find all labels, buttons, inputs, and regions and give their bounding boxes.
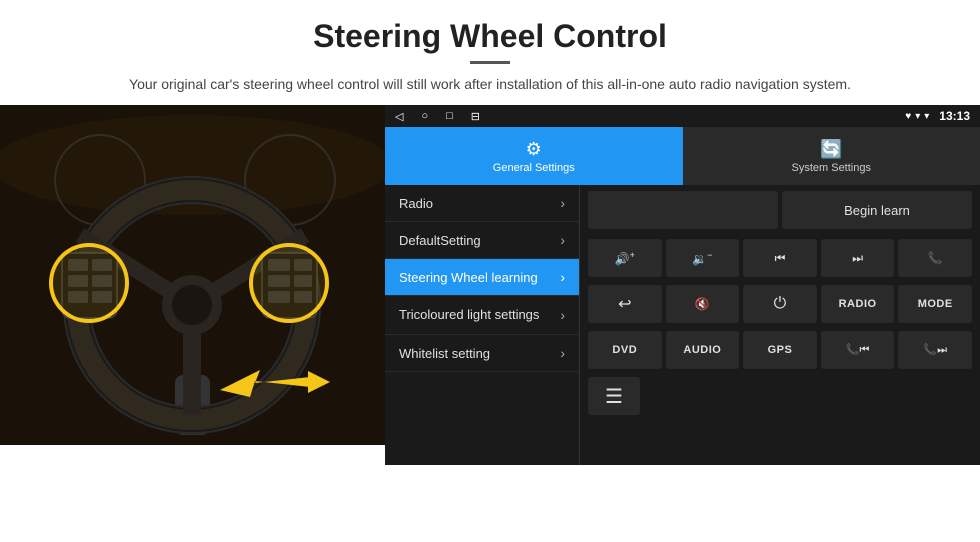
chevron-icon-steering: › — [560, 269, 565, 285]
menu-steering-label: Steering Wheel learning — [399, 270, 538, 285]
tab-system-label: System Settings — [792, 162, 871, 174]
hangup-icon: ↩ — [618, 294, 631, 314]
menu-item-steering[interactable]: Steering Wheel learning › — [385, 259, 579, 296]
main-content: ◁ ○ □ ⊟ ♥ ▾ ▾ 13:13 ⚙ General Settings 🔄… — [0, 105, 980, 465]
page-subtitle: Your original car's steering wheel contr… — [40, 74, 940, 95]
title-divider — [470, 61, 510, 64]
next-track-button[interactable]: ⏭ — [821, 239, 895, 277]
menu-panel: Radio › DefaultSetting › Steering Wheel … — [385, 185, 580, 465]
recents-icon[interactable]: □ — [446, 110, 453, 122]
signal-icon: ▾ — [924, 111, 929, 122]
volume-up-icon: 🔊+ — [615, 250, 635, 266]
phone-prev-icon: 📞⏮ — [846, 343, 870, 357]
phone-answer-icon: 📞 — [928, 251, 943, 265]
control-buttons-row1: 🔊+ 🔉− ⏮ ⏭ 📞 — [580, 235, 980, 281]
chevron-icon-tricoloured: › — [560, 306, 565, 324]
prev-track-icon: ⏮ — [775, 251, 786, 266]
page-title: Steering Wheel Control — [40, 18, 940, 55]
volume-down-icon: 🔉− — [692, 250, 712, 266]
radio-button[interactable]: RADIO — [821, 285, 895, 323]
phone-prev-button[interactable]: 📞⏮ — [821, 331, 895, 369]
system-settings-icon: 🔄 — [820, 139, 842, 160]
mute-icon: 🔇 — [695, 297, 710, 311]
menu-nav-icon[interactable]: ⊟ — [471, 110, 480, 123]
volume-up-button[interactable]: 🔊+ — [588, 239, 662, 277]
wifi-icon: ▾ — [915, 111, 920, 122]
page-header: Steering Wheel Control Your original car… — [0, 0, 980, 105]
gps-label: GPS — [768, 344, 793, 356]
menu-default-label: DefaultSetting — [399, 233, 481, 248]
prev-track-button[interactable]: ⏮ — [743, 239, 817, 277]
menu-icon: ☰ — [605, 384, 623, 409]
volume-down-button[interactable]: 🔉− — [666, 239, 740, 277]
general-settings-icon: ⚙ — [526, 139, 542, 160]
steering-wheel-svg — [0, 105, 385, 445]
tab-system[interactable]: 🔄 System Settings — [683, 127, 980, 185]
android-ui: ◁ ○ □ ⊟ ♥ ▾ ▾ 13:13 ⚙ General Settings 🔄… — [385, 105, 980, 465]
menu-item-default[interactable]: DefaultSetting › — [385, 222, 579, 259]
back-icon[interactable]: ◁ — [395, 110, 403, 123]
single-button-row: ☰ — [580, 373, 980, 419]
next-track-icon: ⏭ — [852, 251, 863, 266]
menu-radio-label: Radio — [399, 196, 433, 211]
location-icon: ♥ — [905, 111, 911, 122]
mode-label: MODE — [918, 298, 953, 310]
chevron-icon-radio: › — [560, 195, 565, 211]
tab-general[interactable]: ⚙ General Settings — [385, 127, 683, 185]
radio-label: RADIO — [839, 298, 877, 310]
control-panel: Begin learn 🔊+ 🔉− ⏮ ⏭ — [580, 185, 980, 465]
phone-next-icon: 📞⏭ — [923, 343, 947, 357]
chevron-icon-whitelist: › — [560, 345, 565, 361]
gps-button[interactable]: GPS — [743, 331, 817, 369]
status-nav-icons: ◁ ○ □ ⊟ — [395, 110, 480, 123]
begin-learn-button[interactable]: Begin learn — [782, 191, 972, 229]
menu-item-whitelist[interactable]: Whitelist setting › — [385, 335, 579, 372]
status-bar: ◁ ○ □ ⊟ ♥ ▾ ▾ 13:13 — [385, 105, 980, 127]
status-right-icons: ♥ ▾ ▾ 13:13 — [905, 109, 970, 123]
power-button[interactable]: ⏻ — [743, 285, 817, 323]
menu-item-tricoloured[interactable]: Tricoloured light settings › — [385, 296, 579, 335]
control-buttons-row2: ↩ 🔇 ⏻ RADIO MODE — [580, 281, 980, 327]
chevron-icon-default: › — [560, 232, 565, 248]
car-image-area — [0, 105, 385, 445]
power-icon: ⏻ — [774, 295, 787, 313]
tab-general-label: General Settings — [493, 162, 575, 174]
mute-button[interactable]: 🔇 — [666, 285, 740, 323]
steering-bg — [0, 105, 385, 445]
mode-button[interactable]: MODE — [898, 285, 972, 323]
hangup-button[interactable]: ↩ — [588, 285, 662, 323]
menu-icon-button[interactable]: ☰ — [588, 377, 640, 415]
content-area: Radio › DefaultSetting › Steering Wheel … — [385, 185, 980, 465]
home-icon[interactable]: ○ — [421, 110, 428, 122]
clock: 13:13 — [939, 109, 970, 123]
empty-input-box — [588, 191, 778, 229]
control-buttons-row3: DVD AUDIO GPS 📞⏮ 📞⏭ — [580, 327, 980, 373]
dvd-button[interactable]: DVD — [588, 331, 662, 369]
audio-button[interactable]: AUDIO — [666, 331, 740, 369]
phone-next-button[interactable]: 📞⏭ — [898, 331, 972, 369]
audio-label: AUDIO — [683, 344, 721, 356]
menu-tricoloured-label: Tricoloured light settings — [399, 307, 539, 324]
tab-bar: ⚙ General Settings 🔄 System Settings — [385, 127, 980, 185]
dvd-label: DVD — [612, 344, 637, 356]
begin-learn-row: Begin learn — [580, 185, 980, 235]
menu-item-radio[interactable]: Radio › — [385, 185, 579, 222]
menu-whitelist-label: Whitelist setting — [399, 346, 490, 361]
phone-answer-button[interactable]: 📞 — [898, 239, 972, 277]
